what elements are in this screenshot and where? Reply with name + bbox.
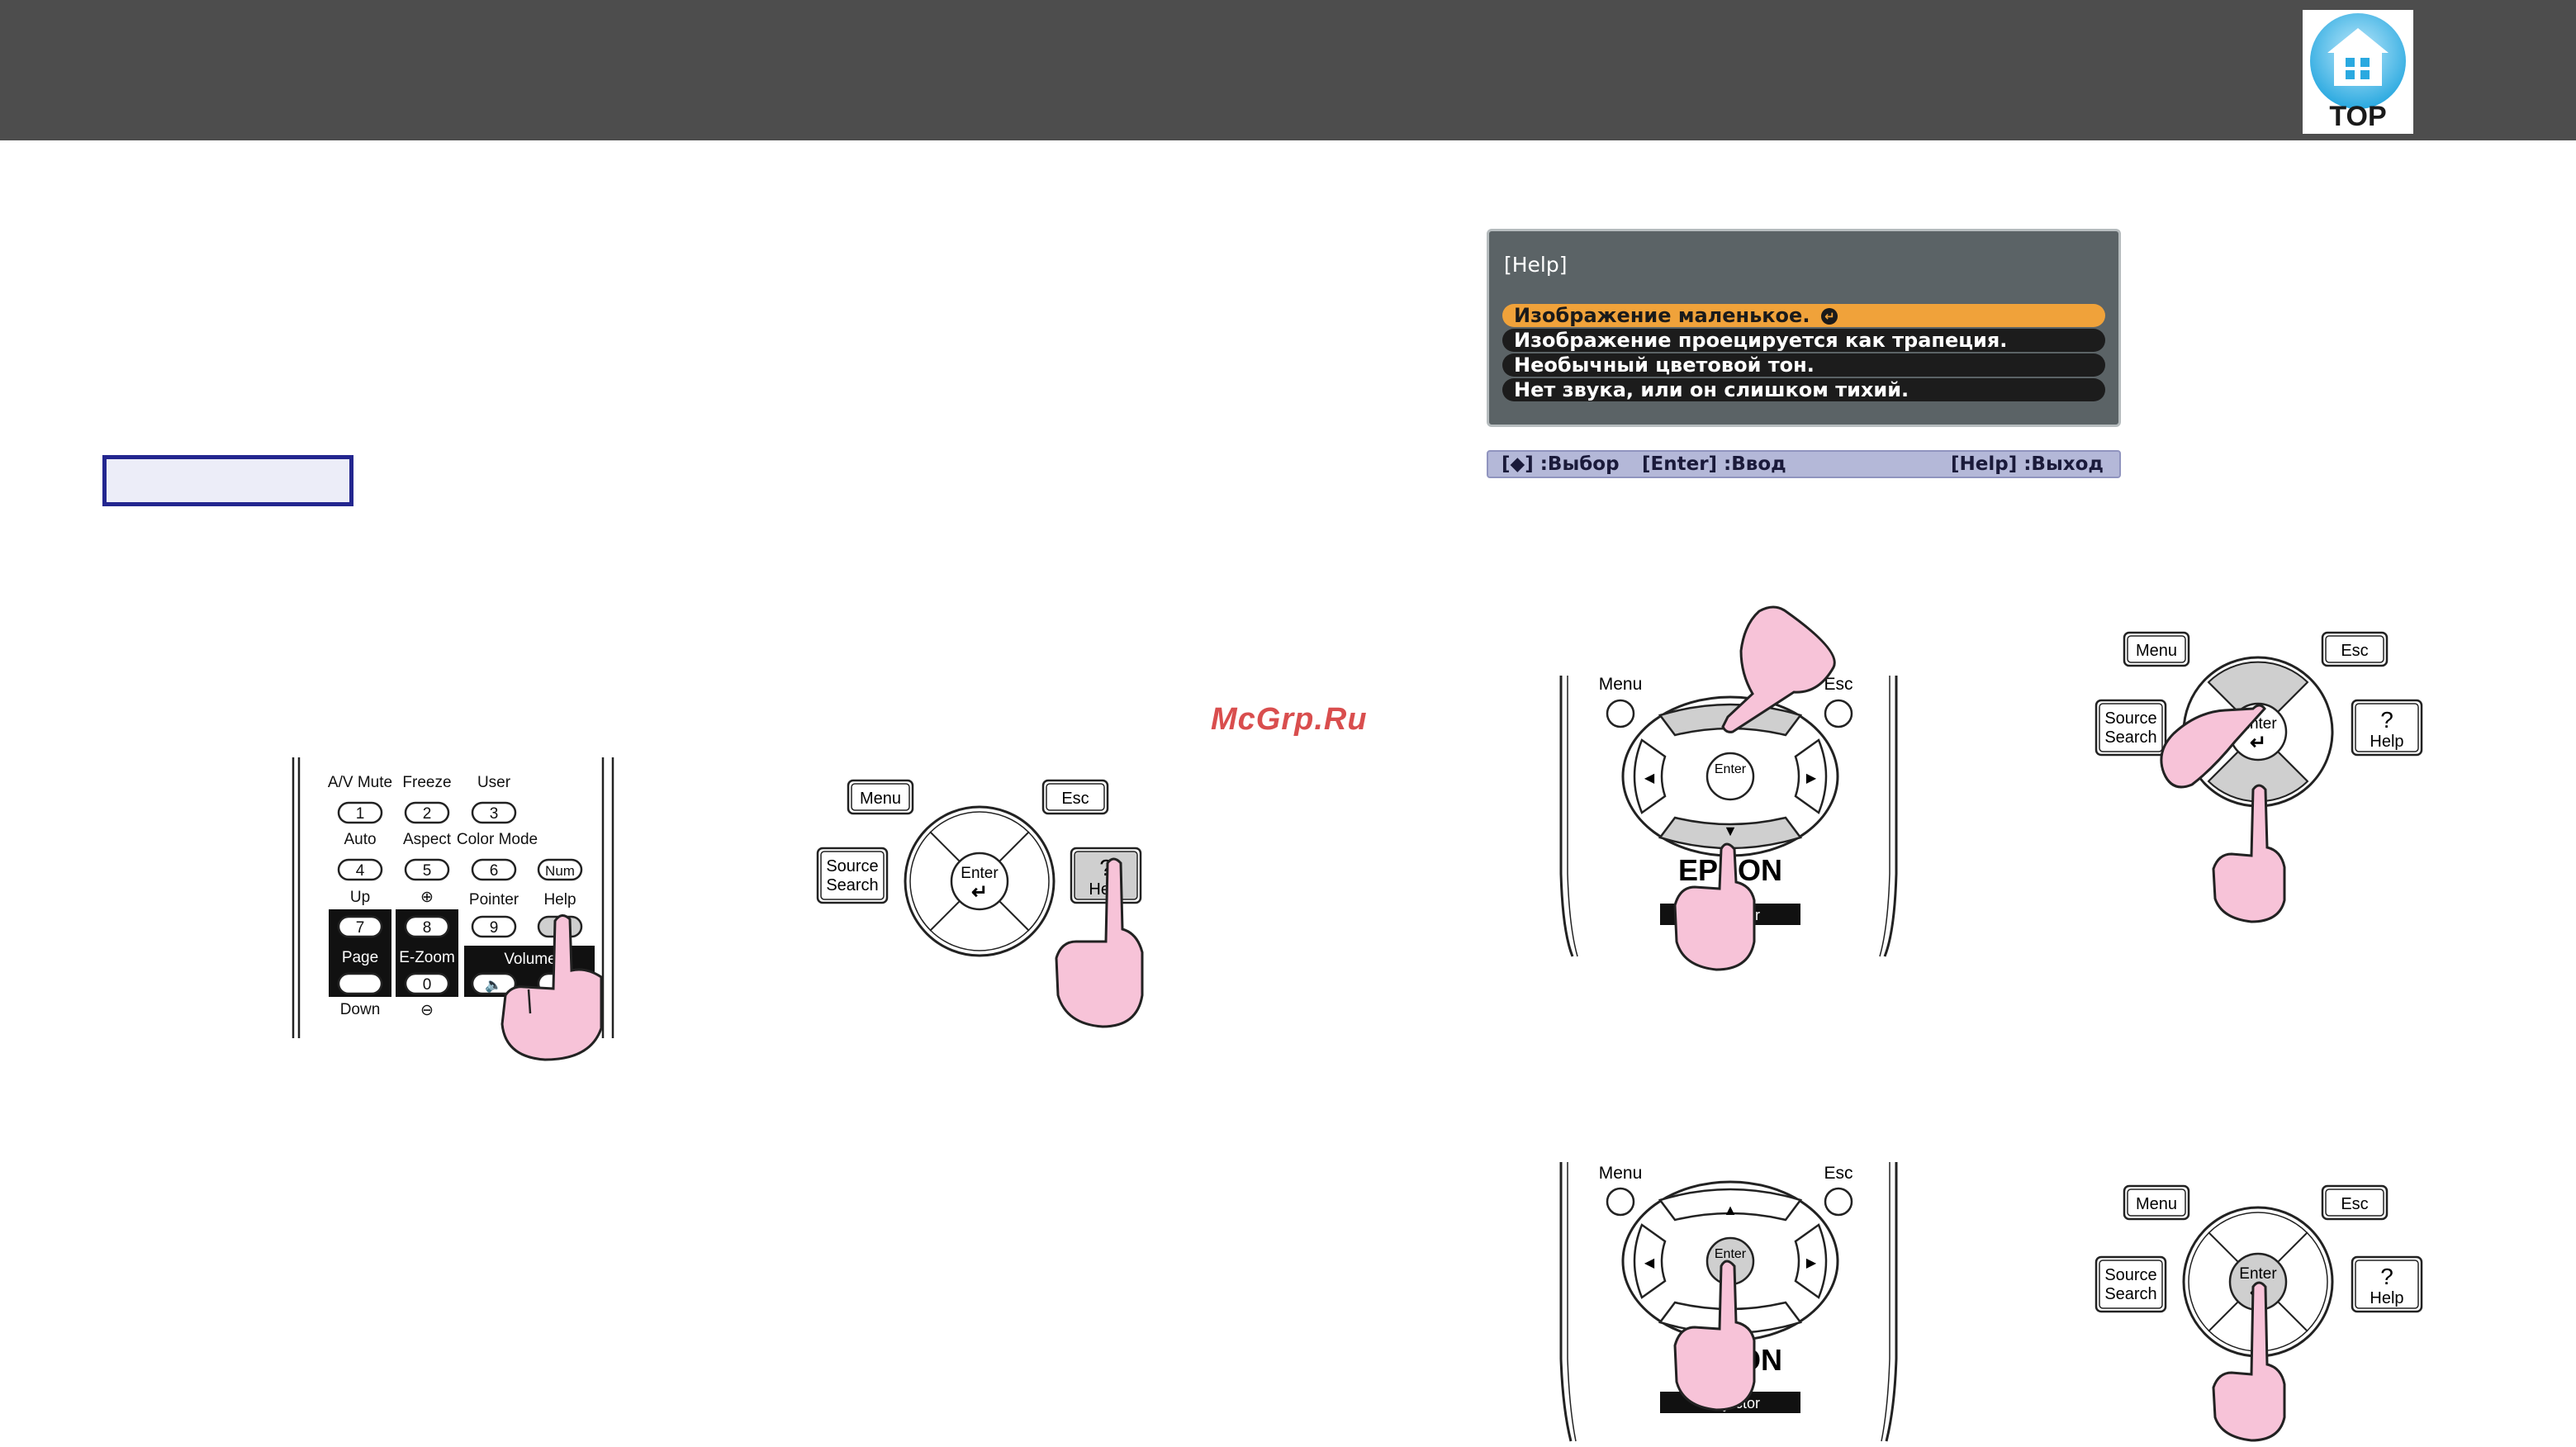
- user-label: User: [477, 774, 511, 791]
- zoom-out-icon: ⊖: [420, 1002, 434, 1019]
- source-search-line2[interactable]: Search: [2104, 728, 2156, 747]
- key-4: 4: [356, 862, 365, 880]
- key-5: 5: [423, 862, 432, 880]
- help-item-4[interactable]: Нет звука, или он слишком тихий.: [1502, 378, 2105, 401]
- question-icon: ?: [2380, 1264, 2393, 1289]
- aspect-label: Aspect: [403, 831, 452, 848]
- help-footer: [◆] :Выбор [Enter] :Ввод [Help] :Выход: [1487, 450, 2121, 478]
- footer-select: [◆] :Выбор: [1501, 453, 1620, 475]
- key-0: 0: [423, 976, 432, 994]
- up-label: Up: [350, 889, 370, 906]
- menu-button[interactable]: Menu: [2136, 642, 2177, 660]
- esc-button[interactable]: Esc: [2341, 642, 2368, 660]
- top-button[interactable]: TOP: [2303, 10, 2413, 134]
- key-8: 8: [423, 919, 432, 937]
- pointer-label: Pointer: [469, 891, 519, 909]
- top-label: TOP: [2329, 101, 2386, 132]
- help-label: Help: [543, 891, 576, 909]
- key-1: 1: [356, 805, 365, 823]
- down-arrow-icon: ▼: [1723, 823, 1738, 839]
- help-button[interactable]: Help: [2370, 1289, 2403, 1307]
- help-item-label: Нет звука, или он слишком тихий.: [1514, 378, 1909, 401]
- avmute-label: A/V Mute: [328, 774, 392, 791]
- source-search-line1[interactable]: Source: [2104, 1266, 2156, 1284]
- nav-link-box[interactable]: [102, 455, 353, 506]
- source-search-line2[interactable]: Search: [2104, 1285, 2156, 1303]
- esc-button[interactable]: [1824, 1187, 1853, 1217]
- remote-enter-figure: Menu Esc ▲ ◀ ▶ Enter EPSON Projector: [1553, 1160, 1916, 1447]
- enter-button[interactable]: Enter: [961, 865, 999, 882]
- source-search-line2[interactable]: Search: [826, 876, 878, 894]
- panel-arrows-figure: Menu Esc Source Search Enter ↵ ? Help: [2090, 628, 2436, 929]
- left-arrow-icon: ◀: [1644, 771, 1655, 785]
- menu-button[interactable]: [1606, 699, 1635, 728]
- page-label: Page: [342, 949, 378, 966]
- esc-button[interactable]: [1824, 699, 1853, 728]
- right-arrow-icon: ▶: [1806, 1256, 1817, 1270]
- header-bar: [0, 0, 2576, 140]
- enter-button[interactable]: Enter: [1715, 1247, 1747, 1261]
- enter-arrow-icon: ↵: [2250, 732, 2266, 754]
- menu-button[interactable]: Menu: [2136, 1195, 2177, 1213]
- source-search-line1[interactable]: Source: [2104, 709, 2156, 728]
- up-arrow-icon: ▲: [1723, 1202, 1738, 1218]
- panel-enter-figure: Menu Esc Source Search Enter ↵ ? Help: [2090, 1181, 2436, 1447]
- help-screen: [Help] Изображение маленькое. ↵ Изображен…: [1487, 229, 2121, 427]
- watermark: McGrp.Ru: [1211, 702, 1368, 737]
- help-item-label: Изображение проецируется как трапеция.: [1514, 329, 2008, 352]
- help-item-label: Необычный цветовой тон.: [1514, 353, 1815, 377]
- help-button[interactable]: Help: [2370, 733, 2403, 751]
- footer-exit: [Help] :Выход: [1951, 453, 2104, 475]
- volume-down-icon: 🔈: [485, 977, 502, 994]
- volume-label: Volume: [504, 951, 556, 968]
- menu-label: Menu: [1599, 1164, 1643, 1183]
- esc-button[interactable]: Esc: [2341, 1195, 2368, 1213]
- help-title: [Help]: [1504, 253, 1568, 277]
- home-icon: TOP: [2310, 13, 2406, 132]
- key-2: 2: [423, 805, 432, 823]
- key-7: 7: [356, 919, 365, 937]
- footer-enter: [Enter] :Ввод: [1642, 453, 1786, 475]
- menu-button[interactable]: Menu: [860, 790, 901, 808]
- key-6: 6: [490, 862, 499, 880]
- key-9: 9: [490, 919, 499, 937]
- question-icon: ?: [2380, 707, 2393, 733]
- colormode-label: Color Mode: [457, 831, 538, 848]
- help-item-3[interactable]: Необычный цветовой тон.: [1502, 353, 2105, 377]
- ezoom-label: E-Zoom: [399, 949, 455, 966]
- left-arrow-icon: ◀: [1644, 1256, 1655, 1270]
- enter-button[interactable]: Enter: [2239, 1265, 2277, 1283]
- remote-keypad-figure: A/V Mute Freeze User 1 2 3 Auto Aspect C…: [289, 756, 636, 1070]
- key-num: Num: [545, 863, 575, 879]
- control-panel-figure: Menu Esc Source Search Enter ↵ ? Help: [814, 772, 1160, 1032]
- auto-label: Auto: [344, 831, 376, 848]
- enter-arrow-icon: ↵: [971, 881, 988, 904]
- freeze-label: Freeze: [402, 774, 451, 791]
- source-search-line1[interactable]: Source: [826, 857, 878, 875]
- menu-button[interactable]: [1606, 1187, 1635, 1217]
- esc-label: Esc: [1824, 1164, 1853, 1183]
- esc-button[interactable]: Esc: [1061, 790, 1089, 808]
- help-item-2[interactable]: Изображение проецируется как трапеция.: [1502, 329, 2105, 352]
- right-arrow-icon: ▶: [1806, 771, 1817, 785]
- key-3: 3: [490, 805, 499, 823]
- menu-label: Menu: [1599, 675, 1643, 694]
- enter-button[interactable]: Enter: [1715, 762, 1747, 776]
- down-label: Down: [340, 1001, 381, 1018]
- zoom-in-icon: ⊕: [420, 889, 434, 906]
- help-item-1[interactable]: Изображение маленькое. ↵: [1502, 304, 2105, 327]
- help-item-label: Изображение маленькое.: [1514, 304, 1810, 327]
- remote-arrows-figure: Menu Esc ▲ ▼ ◀ ▶ Enter EPSON Projector: [1553, 601, 1916, 977]
- enter-icon: ↵: [1821, 308, 1838, 325]
- esc-label: Esc: [1824, 675, 1853, 694]
